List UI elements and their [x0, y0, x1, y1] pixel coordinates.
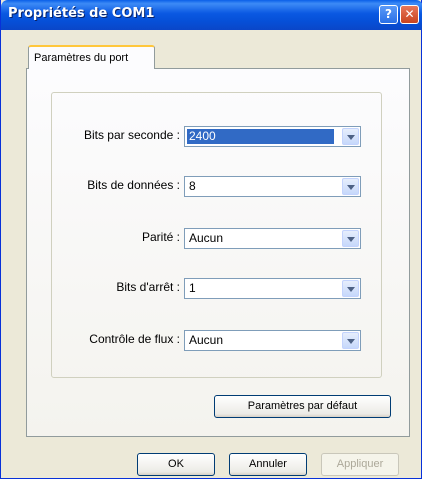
- title-bar[interactable]: Propriétés de COM1 ? ✕: [1, 0, 422, 30]
- stop-bits-select[interactable]: 1: [184, 278, 361, 299]
- flow-control-label: Contrôle de flux :: [89, 332, 180, 346]
- bits-per-second-value: 2400: [187, 129, 334, 144]
- restore-defaults-button[interactable]: Paramètres par défaut: [214, 395, 391, 418]
- cancel-button[interactable]: Annuler: [229, 453, 307, 476]
- help-button[interactable]: ?: [379, 5, 398, 24]
- apply-button[interactable]: Appliquer: [321, 453, 399, 476]
- stop-bits-label: Bits d'arrêt :: [116, 280, 180, 294]
- chevron-down-icon: [347, 339, 355, 344]
- bits-per-second-dropdown-button[interactable]: [342, 128, 359, 145]
- properties-dialog: Propriétés de COM1 ? ✕ Paramètres du por…: [0, 0, 422, 479]
- chevron-down-icon: [347, 185, 355, 190]
- chevron-down-icon: [347, 237, 355, 242]
- data-bits-value: 8: [189, 179, 196, 193]
- tab-port-settings[interactable]: Paramètres du port: [28, 45, 155, 69]
- bits-per-second-label: Bits par seconde :: [83, 128, 180, 142]
- parity-label: Parité :: [141, 230, 180, 244]
- flow-control-value: Aucun: [189, 333, 224, 347]
- window-title: Propriétés de COM1: [8, 6, 155, 21]
- data-bits-dropdown-button[interactable]: [342, 178, 359, 195]
- chevron-down-icon: [347, 135, 355, 140]
- parity-value: Aucun: [189, 231, 224, 245]
- data-bits-label: Bits de données :: [87, 178, 180, 192]
- stop-bits-value: 1: [189, 281, 196, 295]
- chevron-down-icon: [347, 287, 355, 292]
- parity-select[interactable]: Aucun: [184, 228, 361, 249]
- data-bits-select[interactable]: 8: [184, 176, 361, 197]
- tab-label: Paramètres du port: [34, 52, 129, 64]
- stop-bits-dropdown-button[interactable]: [342, 280, 359, 297]
- close-button[interactable]: ✕: [400, 5, 419, 24]
- ok-button[interactable]: OK: [137, 453, 215, 476]
- flow-control-select[interactable]: Aucun: [184, 330, 361, 351]
- bits-per-second-select[interactable]: 2400: [184, 126, 361, 147]
- parity-dropdown-button[interactable]: [342, 230, 359, 247]
- flow-control-dropdown-button[interactable]: [342, 332, 359, 349]
